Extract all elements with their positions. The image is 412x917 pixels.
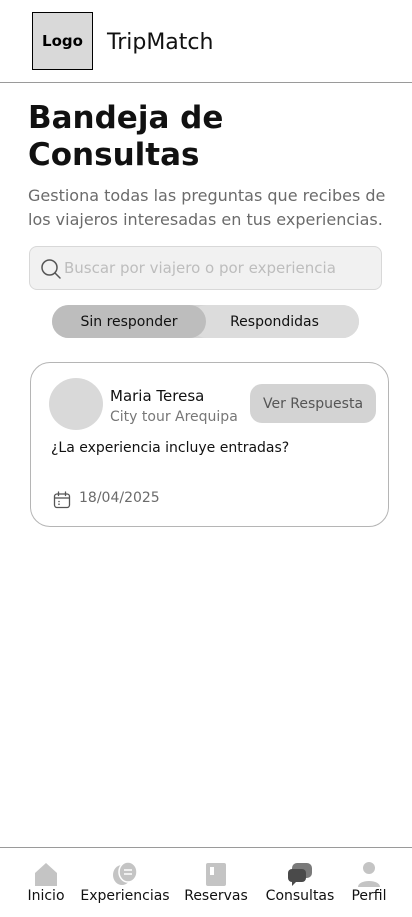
avatar [49,378,103,430]
nav-label-consultas: Consultas [265,888,335,904]
view-answer-button[interactable]: Ver Respuesta [250,384,376,423]
tab-sin-responder[interactable]: Sin responder [52,305,206,338]
nav-label-perfil: Perfil [351,888,387,904]
nav-label-inicio: Inicio [27,888,65,904]
search-bar[interactable] [29,246,382,290]
tab-switcher: Respondidas Sin responder [52,305,359,338]
tab-respondidas[interactable]: Respondidas [190,305,359,338]
nav-label-reservas: Reservas [184,888,248,904]
bottom-nav: Inicio Experiencias Reservas Consultas P… [0,847,412,917]
page-subtitle: Gestiona todas las preguntas que recibes… [28,186,386,229]
brand-name: TripMatch [107,30,214,55]
calendar-icon [53,491,71,509]
nav-label-experiencias: Experiencias [80,888,170,904]
home-icon [35,863,57,886]
search-input[interactable] [64,247,376,289]
question-text: ¿La experiencia incluye entradas? [51,440,290,456]
page-title: Bandeja de Consultas [28,100,224,173]
search-icon [41,259,61,279]
book-icon [206,863,226,886]
nav-item-consultas[interactable]: Consultas [264,848,336,917]
nav-item-experiencias[interactable]: Experiencias [80,848,170,917]
logo[interactable]: Logo [32,12,93,70]
chat-icon [288,863,312,886]
inquiry-date: 18/04/2025 [79,490,160,506]
app-header: Logo TripMatch [0,0,412,83]
masks-icon [113,861,138,885]
nav-item-inicio[interactable]: Inicio [26,848,66,917]
nav-item-reservas[interactable]: Reservas [184,848,248,917]
experience-name: City tour Arequipa [110,409,238,425]
inquiry-card[interactable]: Maria Teresa City tour Arequipa Ver Resp… [30,362,389,527]
traveler-name: Maria Teresa [110,387,205,405]
user-icon [358,862,380,887]
nav-item-perfil[interactable]: Perfil [350,848,388,917]
